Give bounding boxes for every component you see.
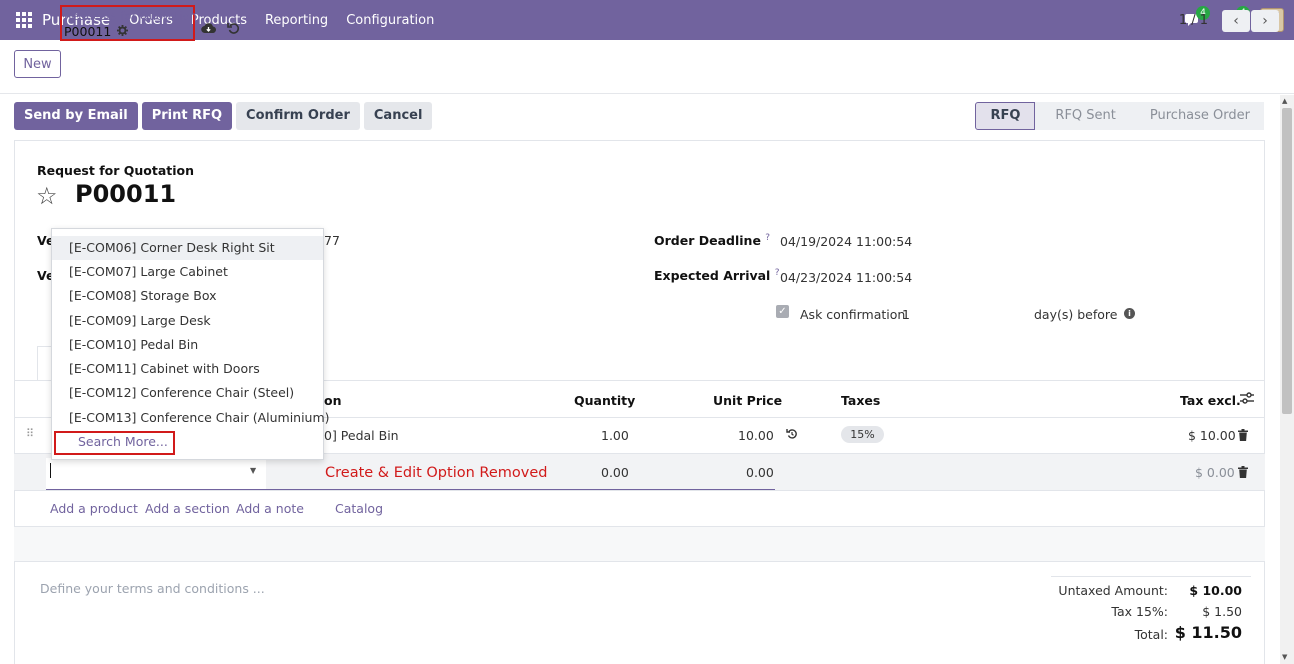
add-product-link[interactable]: Add a product [50,501,138,516]
order-deadline-label: Order Deadline ? [654,233,771,249]
row-subtotal: $ 0.00 [1195,465,1235,480]
tax-value: $ 1.50 [1202,604,1242,619]
row-unit-price[interactable]: 10.00 [738,428,774,443]
caret-down-icon[interactable]: ▼ [250,466,256,475]
breadcrumb-current-label: P00011 [64,24,112,39]
untaxed-value: $ 10.00 [1189,583,1242,598]
row-quantity[interactable]: 0.00 [601,465,629,480]
vendor-value-partial: 77 [324,233,340,248]
menu-configuration[interactable]: Configuration [337,13,443,28]
tax-label: Tax 15%: [1111,604,1168,619]
total-value: $ 11.50 [1174,623,1242,642]
stage-purchase-order[interactable]: Purchase Order [1129,102,1264,130]
add-note-link[interactable]: Add a note [236,501,304,516]
cancel-button[interactable]: Cancel [363,102,433,130]
scroll-up-icon[interactable]: ▲ [1282,97,1287,105]
untaxed-label: Untaxed Amount: [1058,583,1168,598]
product-search-input[interactable] [46,458,266,490]
apps-grid-icon[interactable] [16,12,32,28]
cloud-save-icon[interactable] [201,22,217,38]
breadcrumb-current: P00011 [64,24,129,39]
scroll-down-icon[interactable]: ▼ [1282,653,1287,661]
autocomplete-item[interactable]: [E-COM06] Corner Desk Right Sit [52,236,323,260]
row-unit-price[interactable]: 0.00 [746,465,774,480]
column-taxes[interactable]: Taxes [841,393,880,408]
autocomplete-item[interactable]: [E-COM10] Pedal Bin [52,333,323,357]
pager-value[interactable]: 1 / 1 [1179,13,1208,28]
column-quantity[interactable]: Quantity [574,393,635,408]
settings-sliders-icon[interactable] [1240,392,1254,407]
form-type-label: Request for Quotation [37,163,195,178]
gear-icon[interactable] [117,24,129,39]
ask-confirmation-label: Ask confirmation [800,307,906,322]
column-unit-price[interactable]: Unit Price [713,393,782,408]
days-before-label: day(s) before [1034,307,1118,322]
section-divider [14,526,1265,562]
send-by-email-button[interactable]: Send by Email [14,102,138,130]
status-bar: RFQ RFQ Sent Purchase Order [975,102,1264,130]
reset-icon[interactable] [786,428,798,443]
help-mark: ? [774,268,780,278]
ask-confirmation-checkbox[interactable]: ✓ [776,305,789,318]
drag-handle-icon[interactable]: ⠿ [26,427,34,440]
order-name: P00011 [75,180,177,208]
autocomplete-item[interactable]: [E-COM13] Conference Chair (Aluminium) [52,406,330,430]
search-more-link[interactable]: Search More... [78,434,168,449]
row-quantity[interactable]: 1.00 [601,428,629,443]
action-buttons: Send by Email Print RFQ Confirm Order Ca… [14,102,433,130]
autocomplete-item[interactable]: [E-COM07] Large Cabinet [52,260,323,284]
expected-arrival-value[interactable]: 04/23/2024 11:00:54 [780,270,912,285]
order-deadline-value[interactable]: 04/19/2024 11:00:54 [780,234,912,249]
catalog-link[interactable]: Catalog [335,501,383,516]
discard-icon[interactable] [227,22,240,39]
star-icon[interactable]: ☆ [36,182,58,210]
print-rfq-button[interactable]: Print RFQ [141,102,233,130]
trash-icon[interactable] [1238,466,1248,481]
breadcrumb-parent[interactable]: Requests for Quotation [64,9,197,23]
create-edit-removed-note: Create & Edit Option Removed [325,465,548,481]
help-mark: ? [765,233,771,243]
confirm-order-button[interactable]: Confirm Order [236,102,360,130]
text-cursor [50,463,51,478]
tax-badge[interactable]: 15% [841,426,884,443]
autocomplete-item[interactable]: [E-COM09] Large Desk [52,309,323,333]
product-autocomplete-dropdown: [E-COM06] Corner Desk Right Sit [E-COM07… [51,228,330,460]
chevron-right-icon[interactable]: › [1251,10,1279,32]
add-section-link[interactable]: Add a section [145,501,230,516]
terms-input[interactable]: Define your terms and conditions ... [40,581,265,596]
total-label: Total: [1134,627,1168,642]
row-subtotal: $ 10.00 [1188,428,1236,443]
autocomplete-item[interactable]: [E-COM08] Storage Box [52,284,323,308]
notebook-tab[interactable] [37,346,51,381]
new-button[interactable]: New [14,50,61,78]
column-tax-excl[interactable]: Tax excl. [1180,393,1241,408]
autocomplete-item[interactable]: [E-COM12] Conference Chair (Steel) [52,381,323,405]
chevron-left-icon[interactable]: ‹ [1222,10,1250,32]
menu-reporting[interactable]: Reporting [256,13,337,28]
ask-confirmation-days[interactable]: 1 [902,307,910,322]
stage-rfq[interactable]: RFQ [975,102,1036,130]
row-product[interactable]: 0] Pedal Bin [324,428,399,443]
trash-icon[interactable] [1238,429,1248,444]
info-icon[interactable]: i [1124,308,1135,319]
expected-arrival-label: Expected Arrival ? [654,268,780,284]
edit-row-underline [46,489,775,490]
totals-box [1051,576,1251,577]
scroll-thumb[interactable] [1282,108,1292,414]
autocomplete-item[interactable]: [E-COM11] Cabinet with Doors [52,357,323,381]
stage-rfq-sent[interactable]: RFQ Sent [1035,102,1130,130]
control-panel: New [0,40,1294,94]
